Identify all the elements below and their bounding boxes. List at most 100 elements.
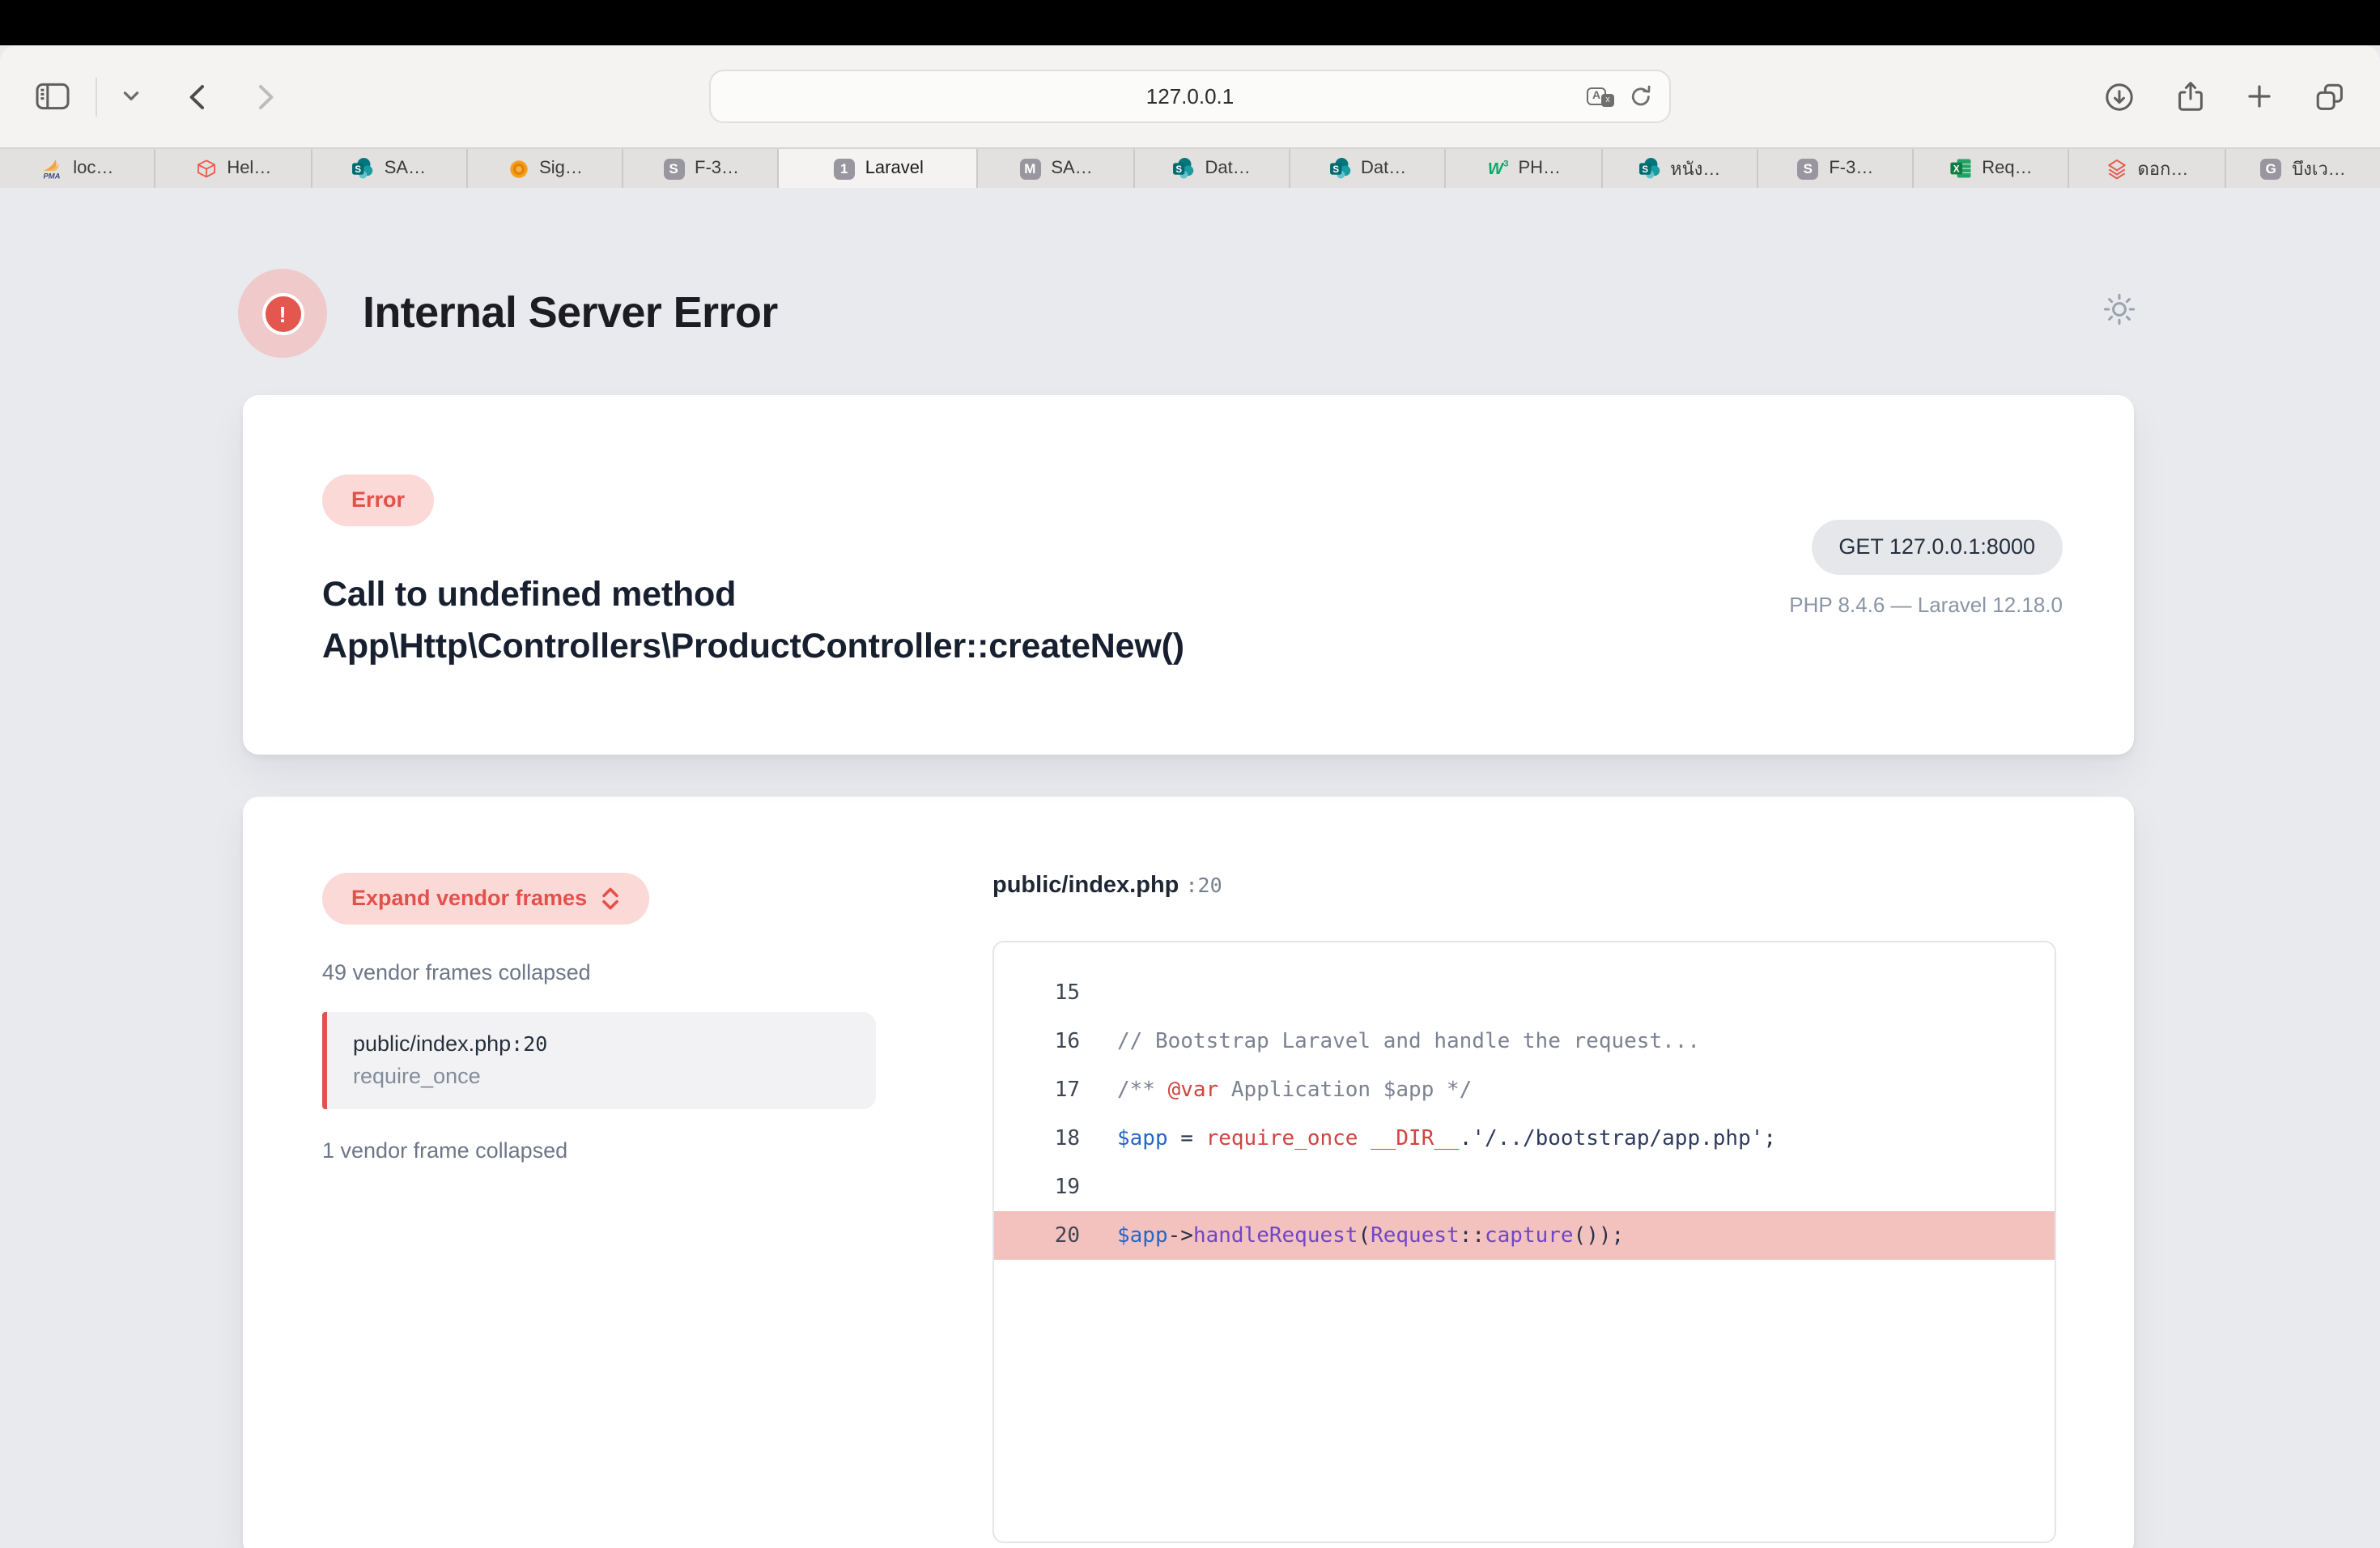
line-code: $app = require_once __DIR__.'/../bootstr… (1117, 1126, 1776, 1150)
code-viewer[interactable]: 15 16 // Bootstrap Laravel and handle the … (992, 941, 2056, 1543)
reload-icon[interactable] (1629, 84, 1653, 108)
url-text: 127.0.0.1 (1146, 84, 1234, 108)
svg-text:PMA: PMA (44, 172, 61, 180)
code-line: 17 /** @var Application $app */ (994, 1065, 2055, 1114)
code-line: 18 $app = require_once __DIR__.'/../boots… (994, 1114, 2055, 1163)
browser-tab[interactable]: Sหนัง… (1602, 149, 1758, 188)
stack-frame-item[interactable]: public/index.php:20 require_once (322, 1012, 876, 1109)
browser-tab[interactable]: Sig… (468, 149, 624, 188)
phpmyadmin-icon: PMA (40, 157, 63, 180)
error-type-badge: Error (322, 474, 434, 525)
tabs-overview-icon (2315, 82, 2344, 111)
svg-text:S: S (355, 165, 362, 175)
letter-s-icon: S (662, 157, 685, 180)
browser-tab[interactable]: 1 Laravel (780, 149, 979, 188)
line-number: 17 (994, 1078, 1080, 1102)
tab-label: Sig… (539, 159, 583, 178)
stack-trace-card: Expand vendor frames 49 vendor frames co… (243, 797, 2134, 1548)
letter-1-icon: 1 (833, 157, 856, 180)
browser-tab[interactable]: S SA… (312, 149, 468, 188)
w3schools-icon: W3 (1485, 157, 1508, 180)
address-bar[interactable]: 127.0.0.1 A x (709, 70, 1671, 123)
tab-label: Dat… (1361, 159, 1406, 178)
plus-icon (2247, 84, 2272, 108)
tab-label: SA… (385, 159, 426, 178)
tab-overview-button[interactable] (2312, 79, 2348, 114)
tab-label: Laravel (865, 159, 924, 178)
line-number: 20 (994, 1223, 1080, 1248)
error-status-icon: ! (238, 269, 327, 358)
forward-icon (257, 83, 275, 109)
browser-tab[interactable]: MSA… (979, 149, 1135, 188)
back-button[interactable] (185, 80, 209, 113)
toolbar-divider (96, 77, 97, 116)
laravel-red-icon (2106, 157, 2128, 180)
environment-versions: PHP 8.4.6 — Laravel 12.18.0 (1789, 592, 2063, 616)
new-tab-button[interactable] (2244, 81, 2275, 112)
frame-file: public/index.php:20 (353, 1031, 850, 1056)
svg-text:S: S (1641, 165, 1647, 175)
vendor-frame-collapsed-note: 1 vendor frame collapsed (322, 1138, 915, 1163)
browser-tab[interactable]: Hel… (156, 149, 312, 188)
letter-s-icon: S (1796, 157, 1819, 180)
sidebar-icon (36, 83, 70, 110)
orange-dot-icon (507, 157, 529, 180)
sidebar-toggle-button[interactable] (32, 79, 73, 113)
code-panel: public/index.php :20 15 16 // Bootstrap La… (915, 873, 2056, 1548)
share-icon (2178, 81, 2204, 112)
tab-label: ดอก… (2138, 154, 2189, 183)
browser-tab[interactable]: SDat… (1134, 149, 1290, 188)
theme-toggle-button[interactable] (2102, 291, 2137, 335)
svg-text:3: 3 (1503, 159, 1508, 168)
notch-bar (0, 0, 2380, 45)
code-file-header: public/index.php :20 (992, 873, 2056, 899)
browser-tab[interactable]: S F-3… (1758, 149, 1915, 188)
browser-tab[interactable]: X Req… (1914, 149, 2070, 188)
sidebar-dropdown-button[interactable] (120, 87, 142, 105)
tab-label: Req… (1982, 159, 2032, 178)
line-code: $app->handleRequest(Request::capture()); (1117, 1223, 1624, 1248)
screen: 127.0.0.1 A x (0, 0, 2380, 1548)
line-code: /** @var Application $app */ (1117, 1078, 1472, 1102)
svg-text:X: X (1953, 165, 1960, 175)
excel-icon: X (1949, 157, 1972, 180)
line-number: 15 (994, 980, 1080, 1005)
laravel-icon (194, 157, 217, 180)
tab-label: F-3… (1829, 159, 1873, 178)
browser-tab[interactable]: S Dat… (1290, 149, 1447, 188)
expand-chevrons-icon (600, 887, 619, 910)
sharepoint-icon: S (1638, 157, 1660, 180)
browser-tab[interactable]: PMA loc… (0, 149, 156, 188)
letter-m-icon: M (1018, 157, 1041, 180)
line-code: // Bootstrap Laravel and handle the requ… (1117, 1029, 1700, 1053)
downloads-button[interactable] (2102, 79, 2137, 114)
code-line: 15 (994, 968, 2055, 1017)
error-summary-card: Error Call to undefined method App\Http\… (243, 395, 2134, 755)
browser-tab[interactable]: W3 PH… (1446, 149, 1602, 188)
translate-icon[interactable]: A x (1587, 87, 1614, 106)
tab-label: loc… (73, 159, 113, 178)
expand-vendor-frames-button[interactable]: Expand vendor frames (322, 873, 648, 925)
back-icon (188, 83, 206, 109)
browser-tab[interactable]: G บึงเว… (2225, 149, 2380, 188)
tab-label: PH… (1518, 159, 1561, 178)
forward-button[interactable] (254, 80, 278, 113)
sun-icon (2102, 291, 2137, 335)
code-line-highlighted: 20 $app->handleRequest(Request::capture()… (994, 1211, 2055, 1260)
page-content: ! Internal Server Error Error Call to un… (0, 188, 2380, 1548)
tab-bar: PMAloc…Hel…SSA…Sig…SF-3…1LaravelMSA…SDat… (0, 147, 2380, 188)
chevron-down-icon (123, 91, 139, 102)
tab-label: บึงเว… (2292, 154, 2346, 183)
browser-tab[interactable]: ดอก… (2070, 149, 2226, 188)
line-number: 16 (994, 1029, 1080, 1053)
line-number: 18 (994, 1126, 1080, 1150)
share-button[interactable] (2174, 78, 2207, 115)
code-line: 19 (994, 1163, 2055, 1211)
tab-label: F-3… (695, 159, 739, 178)
tab-label: Dat… (1205, 159, 1250, 178)
svg-text:S: S (1332, 165, 1338, 175)
letter-g-icon: G (2259, 157, 2282, 180)
browser-tab[interactable]: S F-3… (623, 149, 780, 188)
sharepoint-icon: S (1328, 157, 1351, 180)
request-method-badge: GET 127.0.0.1:8000 (1811, 520, 2063, 574)
